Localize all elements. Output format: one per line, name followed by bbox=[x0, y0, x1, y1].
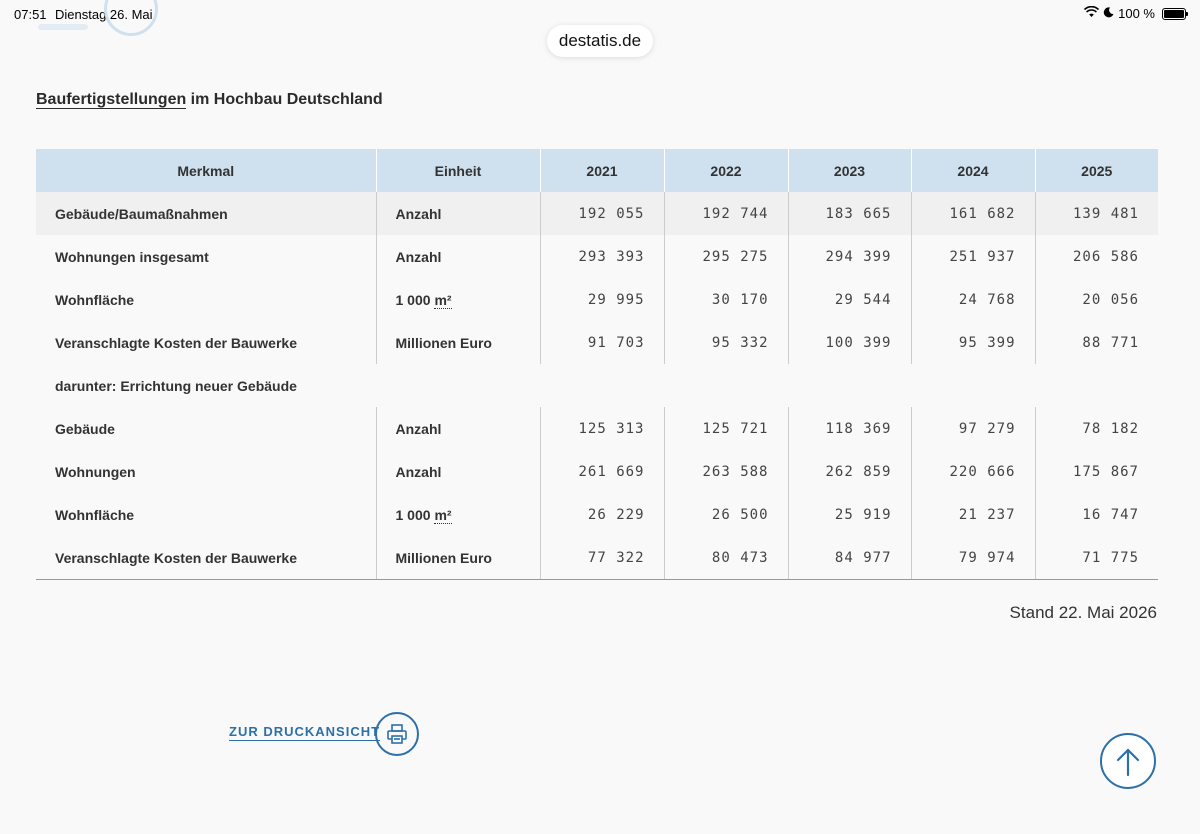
cell-value: 220 666 bbox=[911, 450, 1036, 493]
cell-value: 261 669 bbox=[540, 450, 665, 493]
cell-value: 88 771 bbox=[1082, 334, 1139, 351]
cell-value: 251 937 bbox=[911, 235, 1036, 278]
header-2023: 2023 bbox=[788, 149, 912, 192]
cell-value: 95 332 bbox=[664, 321, 789, 364]
cell-value: 80 473 bbox=[664, 536, 789, 580]
cell-value: 125 313 bbox=[540, 407, 665, 450]
row-unit: Anzahl bbox=[376, 450, 541, 493]
row-unit: Anzahl bbox=[376, 192, 541, 235]
row-label: Wohnfläche bbox=[36, 493, 377, 536]
table-row: Gebäude/Baumaßnahmen Anzahl 192 055 192 … bbox=[36, 192, 1158, 235]
back-to-top-button[interactable] bbox=[1100, 733, 1156, 789]
cell-value: 118 369 bbox=[788, 407, 912, 450]
cell-value: 25 919 bbox=[788, 493, 912, 536]
logo-fragment-bar bbox=[38, 24, 88, 30]
statistics-table: Merkmal Einheit 2021 2022 2023 2024 2025… bbox=[36, 149, 1158, 580]
cell-value: 20 056 bbox=[1082, 291, 1139, 308]
cell-value: 21 237 bbox=[911, 493, 1036, 536]
arrow-up-icon bbox=[1116, 748, 1140, 777]
row-label: Gebäude/Baumaßnahmen bbox=[36, 192, 377, 235]
row-label: Veranschlagte Kosten der Bauwerke bbox=[36, 321, 377, 364]
row-label: Veranschlagte Kosten der Bauwerke bbox=[36, 536, 377, 580]
cell-value: 30 170 bbox=[664, 278, 789, 321]
row-label: Wohnfläche bbox=[36, 278, 377, 321]
cell-value: 77 322 bbox=[540, 536, 665, 580]
cell-value: 295 275 bbox=[664, 235, 789, 278]
stand-date: Stand 22. Mai 2026 bbox=[1009, 603, 1157, 622]
battery-text: 100 % bbox=[1118, 6, 1155, 21]
cell-value: 139 481 bbox=[1035, 192, 1158, 235]
header-2025: 2025 bbox=[1035, 149, 1158, 192]
cell-value: 97 279 bbox=[911, 407, 1036, 450]
page-title-rest: im Hochbau Deutschland bbox=[186, 91, 383, 108]
cell-value: 206 586 bbox=[1072, 248, 1139, 265]
cell-value: 84 977 bbox=[788, 536, 912, 580]
cell-value: 79 974 bbox=[911, 536, 1036, 580]
table-row: Wohnfläche 1 000 m² 26 229 26 500 25 919… bbox=[36, 493, 1158, 536]
cell-value: 29 995 bbox=[540, 278, 665, 321]
cell-value: 29 544 bbox=[788, 278, 912, 321]
cell-value: 293 393 bbox=[540, 235, 665, 278]
cell-value: 100 399 bbox=[788, 321, 912, 364]
row-label: Wohnungen insgesamt bbox=[36, 235, 377, 278]
row-unit: Millionen Euro bbox=[376, 536, 541, 580]
row-unit: 1 000 m² bbox=[376, 278, 541, 321]
cell-value: 183 665 bbox=[788, 192, 912, 235]
status-time: 07:51 bbox=[14, 7, 47, 22]
cell-value: 91 703 bbox=[540, 321, 665, 364]
battery-icon bbox=[1162, 7, 1188, 20]
row-unit: Anzahl bbox=[376, 235, 541, 278]
table-header-row: Merkmal Einheit 2021 2022 2023 2024 2025 bbox=[36, 149, 1158, 192]
logo-fragment-icon bbox=[104, 0, 158, 36]
table-row: Wohnungen Anzahl 261 669 263 588 262 859… bbox=[36, 450, 1158, 493]
status-bar: 07:51 Dienstag 26. Mai 100 % bbox=[0, 0, 1200, 28]
table-section-row: darunter: Errichtung neuer Gebäude bbox=[36, 364, 1158, 407]
table-row: Wohnfläche 1 000 m² 29 995 30 170 29 544… bbox=[36, 278, 1158, 321]
url-text: destatis.de bbox=[558, 31, 642, 50]
row-unit: Millionen Euro bbox=[376, 321, 541, 364]
page-title: Baufertigstellungen im Hochbau Deutschla… bbox=[36, 91, 383, 109]
section-label: darunter: Errichtung neuer Gebäude bbox=[55, 377, 297, 394]
row-unit: Anzahl bbox=[376, 407, 541, 450]
status-right: 100 % bbox=[1084, 5, 1188, 21]
cell-value: 192 744 bbox=[664, 192, 789, 235]
cell-value: 24 768 bbox=[911, 278, 1036, 321]
cell-value: 26 500 bbox=[664, 493, 789, 536]
header-merkmal: Merkmal bbox=[36, 149, 377, 192]
cell-value: 263 588 bbox=[664, 450, 789, 493]
header-einheit: Einheit bbox=[376, 149, 541, 192]
header-2022: 2022 bbox=[664, 149, 789, 192]
cell-value: 95 399 bbox=[911, 321, 1036, 364]
table-row: Wohnungen insgesamt Anzahl 293 393 295 2… bbox=[36, 235, 1158, 278]
wifi-icon bbox=[1084, 5, 1100, 21]
cell-value: 294 399 bbox=[788, 235, 912, 278]
cell-value: 125 721 bbox=[664, 407, 789, 450]
printer-icon[interactable] bbox=[375, 712, 419, 756]
row-label: Wohnungen bbox=[36, 450, 377, 493]
print-view-link[interactable]: ZUR DRUCKANSICHT bbox=[229, 724, 381, 741]
cell-value: 16 747 bbox=[1082, 506, 1139, 523]
page-title-link[interactable]: Baufertigstellungen bbox=[36, 91, 187, 109]
url-bar[interactable]: destatis.de bbox=[547, 25, 653, 57]
cell-value: 192 055 bbox=[540, 192, 665, 235]
cell-value: 26 229 bbox=[540, 493, 665, 536]
cell-value: 262 859 bbox=[788, 450, 912, 493]
row-label: Gebäude bbox=[36, 407, 377, 450]
unit-prefix: 1 000 bbox=[395, 291, 435, 308]
table-row: Veranschlagte Kosten der Bauwerke Millio… bbox=[36, 536, 1158, 580]
cell-value: 175 867 bbox=[1072, 463, 1139, 480]
unit-prefix: 1 000 bbox=[395, 506, 435, 523]
cell-value: 161 682 bbox=[911, 192, 1036, 235]
cell-value: 71 775 bbox=[1035, 536, 1158, 580]
header-2024: 2024 bbox=[911, 149, 1036, 192]
unit-abbreviation: m² bbox=[434, 506, 452, 524]
row-unit: 1 000 m² bbox=[376, 493, 541, 536]
cell-value: 78 182 bbox=[1082, 420, 1139, 437]
header-2021: 2021 bbox=[540, 149, 665, 192]
moon-icon bbox=[1103, 6, 1114, 21]
table-row: Veranschlagte Kosten der Bauwerke Millio… bbox=[36, 321, 1158, 364]
unit-abbreviation: m² bbox=[434, 291, 452, 309]
table-row: Gebäude Anzahl 125 313 125 721 118 369 9… bbox=[36, 407, 1158, 450]
